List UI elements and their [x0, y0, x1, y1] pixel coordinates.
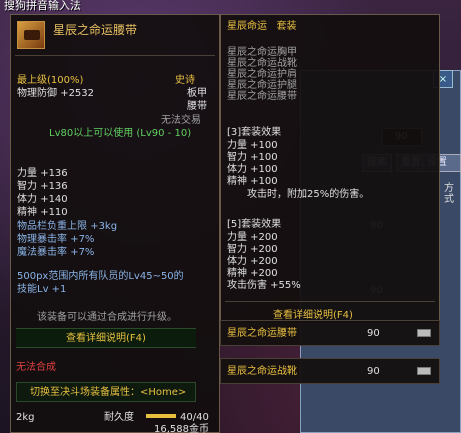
belt-item-icon: [17, 21, 45, 49]
stat-magic-crit: 魔法暴击率 +7%: [17, 247, 95, 258]
item-grade: 最上级(100%): [17, 75, 84, 86]
set-effect-3-stat: 体力 +100: [227, 164, 278, 175]
collapse-icon[interactable]: [417, 329, 431, 337]
list-item-level: 90: [367, 366, 380, 377]
durability-bar-fill: [146, 414, 176, 418]
set-effect-3-title: [3]套装效果: [227, 127, 282, 138]
stat-weight-limit: 物品栏负重上限 +3kg: [17, 221, 118, 232]
item-name: 星辰之命运腰带: [53, 23, 138, 37]
skill-bonus-line1: 500px范围内所有队员的Lv45~50的: [17, 271, 184, 282]
divider: [225, 301, 435, 302]
no-synthesis: 无法合成: [16, 362, 56, 373]
set-piece: 星辰之命运护肩: [227, 69, 297, 80]
stat-spr: 精神 +110: [17, 207, 68, 218]
item-weight: 2kg: [16, 412, 35, 423]
item-type-a: 板甲: [187, 88, 207, 99]
list-item[interactable]: 星辰之命运战靴 90: [220, 358, 440, 384]
stat-vit: 体力 +140: [17, 194, 68, 205]
set-effect-3-stat: 智力 +100: [227, 152, 278, 163]
collapse-icon[interactable]: [417, 367, 431, 375]
set-effect-3-stat: 力量 +100: [227, 140, 278, 151]
set-piece: 星辰之命运战靴: [227, 58, 297, 69]
item-price: 16,588金币: [154, 424, 209, 433]
set-effect-5-title: [5]套装效果: [227, 219, 282, 230]
list-item[interactable]: 星辰之命运腰带 90: [220, 320, 440, 346]
set-tooltip: 星辰命运 套装 星辰之命运胸甲 星辰之命运战靴 星辰之命运护肩 星辰之命运护腿 …: [220, 14, 440, 324]
upgrade-note: 该装备可以通过合成进行升级。: [37, 312, 177, 323]
trade-status: 无法交易: [161, 115, 201, 126]
list-item-name: 星辰之命运战靴: [227, 366, 297, 377]
item-type-b: 腰带: [187, 101, 207, 112]
durability-value: 40/40: [180, 412, 209, 423]
set-effect-5-stat: 攻击伤害 +55%: [227, 280, 301, 291]
mode-label: 方式: [444, 183, 454, 205]
set-piece: 星辰之命运护腿: [227, 80, 297, 91]
set-piece: 星辰之命运胸甲: [227, 47, 297, 58]
durability-label: 耐久度: [104, 412, 134, 423]
set-effect-3-note: 攻击时，附加25%的伤害。: [247, 189, 370, 200]
stat-phys-crit: 物理暴击率 +7%: [17, 234, 95, 245]
set-title: 星辰命运 套装: [227, 21, 297, 32]
list-item-level: 90: [367, 328, 380, 339]
set-piece: 星辰之命运腰带: [227, 91, 297, 102]
skill-bonus-line2: 技能Lv +1: [17, 284, 67, 295]
view-detail-button[interactable]: 查看详细说明(F4): [66, 333, 146, 344]
set-effect-5-stat: 体力 +200: [227, 256, 278, 267]
stat-int: 智力 +136: [17, 181, 68, 192]
stat-str: 力量 +136: [17, 168, 68, 179]
set-effect-5-stat: 智力 +200: [227, 244, 278, 255]
set-effect-3-stat: 精神 +100: [227, 176, 278, 187]
set-effect-5-stat: 力量 +200: [227, 232, 278, 243]
phys-def: 物理防御 +2532: [17, 88, 95, 99]
item-rarity: 史诗: [175, 75, 195, 86]
level-requirement: Lv80以上可以使用 (Lv90 - 10): [49, 128, 192, 139]
list-item-name: 星辰之命运腰带: [227, 328, 297, 339]
divider: [15, 55, 215, 56]
ime-status-bar: 搜狗拼音输入法: [4, 0, 81, 12]
set-effect-5-stat: 精神 +200: [227, 268, 278, 279]
switch-pvp-stats[interactable]: 切换至决斗场装备属性：<Home>: [30, 387, 186, 398]
